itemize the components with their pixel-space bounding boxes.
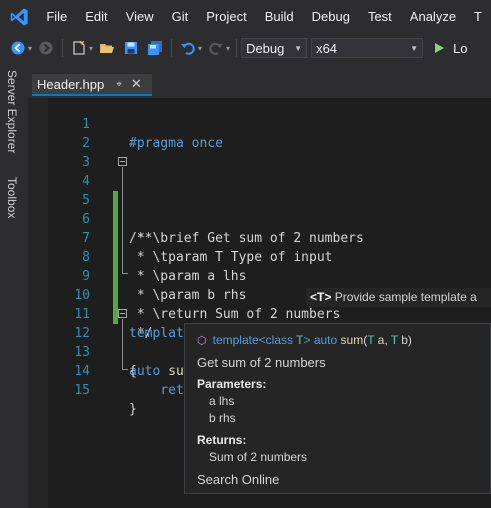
quickinfo-parameter: a lhs: [209, 394, 235, 408]
code-line: 7 * \param a lhs: [28, 210, 491, 284]
run-icon[interactable]: [430, 39, 448, 57]
quickinfo-summary: Get sum of 2 numbers: [197, 355, 326, 370]
back-dropdown-icon[interactable]: ▾: [28, 44, 32, 53]
toolbar-separator: [171, 39, 173, 57]
chevron-down-icon: ▼: [410, 43, 419, 53]
code-line: 2: [28, 115, 491, 151]
code-line: 4 /**: [28, 153, 491, 246]
save-icon[interactable]: [122, 39, 140, 57]
menu-git[interactable]: Git: [163, 0, 198, 34]
platform-value: x64: [316, 40, 338, 56]
template-hint-tag: <T>: [310, 290, 332, 304]
run-button-label[interactable]: Lo: [453, 41, 467, 56]
template-hint-tooltip: <T> Provide sample template a: [306, 288, 491, 307]
code-line: 5 * \brief Get sum of 2 numbers: [28, 172, 491, 246]
code-line: 10 */: [28, 267, 491, 341]
document-tab-strip: Header.hpp ⌖ ✕: [28, 62, 491, 98]
chevron-down-icon: ▼: [294, 43, 303, 53]
back-icon[interactable]: [9, 39, 27, 57]
code-line: 6 * \tparam T Type of input: [28, 191, 491, 265]
undo-dropdown-icon[interactable]: ▾: [198, 44, 202, 53]
menu-build[interactable]: Build: [256, 0, 303, 34]
undo-icon[interactable]: [179, 39, 197, 57]
standard-toolbar: ▾ ▾ ▾ ▾ Debug ▼ x64 ▼ Lo: [0, 34, 491, 62]
quickinfo-popup: ⬡ template<class T> auto sum(T a, T b) Ge…: [184, 323, 491, 494]
solution-configuration-select[interactable]: Debug ▼: [241, 38, 308, 58]
quickinfo-signature: ⬡ template<class T> auto sum(T a, T b): [197, 333, 412, 347]
code-text: ret: [129, 383, 184, 398]
quickinfo-returns-header: Returns:: [197, 433, 247, 447]
document-tab-header-hpp[interactable]: Header.hpp ⌖ ✕: [32, 74, 152, 96]
code-line: 8 * \param b rhs: [28, 229, 491, 303]
save-all-icon[interactable]: [146, 39, 164, 57]
function-cube-icon: ⬡: [197, 335, 207, 347]
template-hint-text: Provide sample template a: [331, 290, 477, 304]
forward-icon[interactable]: [37, 39, 55, 57]
left-tool-rail: Server Explorer Toolbox: [0, 62, 28, 508]
open-folder-icon[interactable]: [98, 39, 116, 57]
toolbar-separator: [62, 39, 64, 57]
server-explorer-tab[interactable]: Server Explorer: [5, 70, 19, 153]
visual-studio-logo-icon[interactable]: [9, 6, 29, 28]
menu-project[interactable]: Project: [197, 0, 255, 34]
code-line: 9 * \return Sum of 2 numbers: [28, 248, 491, 322]
quickinfo-parameter: b rhs: [209, 411, 236, 425]
search-online-link[interactable]: Search Online: [197, 472, 279, 487]
redo-icon[interactable]: [207, 39, 225, 57]
code-text: }: [129, 402, 137, 417]
configuration-value: Debug: [246, 40, 285, 56]
solution-platform-select[interactable]: x64 ▼: [311, 38, 424, 58]
code-line: 1 #pragma once: [28, 96, 491, 151]
menu-file[interactable]: File: [37, 0, 76, 34]
quickinfo-parameters-header: Parameters:: [197, 377, 267, 391]
code-line: 3: [28, 134, 491, 170]
new-item-icon[interactable]: [70, 39, 88, 57]
collapse-icon[interactable]: [118, 309, 127, 318]
menu-analyze[interactable]: Analyze: [401, 0, 465, 34]
document-tab-title: Header.hpp: [37, 76, 105, 92]
toolbar-separator: [236, 39, 238, 57]
menu-bar: File Edit View Git Project Build Debug T…: [0, 0, 491, 34]
line-number: 15: [74, 383, 90, 398]
quickinfo-returns-value: Sum of 2 numbers: [209, 450, 308, 464]
collapse-icon[interactable]: [118, 157, 127, 166]
menu-view[interactable]: View: [117, 0, 163, 34]
close-icon[interactable]: ✕: [131, 76, 142, 92]
code-line: 12 auto sum(T a, T b): [28, 305, 491, 379]
menu-edit[interactable]: Edit: [76, 0, 116, 34]
toolbox-tab[interactable]: Toolbox: [5, 177, 19, 218]
pin-icon[interactable]: ⌖: [116, 79, 122, 90]
menu-test[interactable]: Test: [359, 0, 401, 34]
menu-tools[interactable]: T: [465, 0, 491, 34]
redo-dropdown-icon[interactable]: ▾: [226, 44, 230, 53]
new-item-dropdown-icon[interactable]: ▾: [89, 44, 93, 53]
menu-debug[interactable]: Debug: [303, 0, 359, 34]
